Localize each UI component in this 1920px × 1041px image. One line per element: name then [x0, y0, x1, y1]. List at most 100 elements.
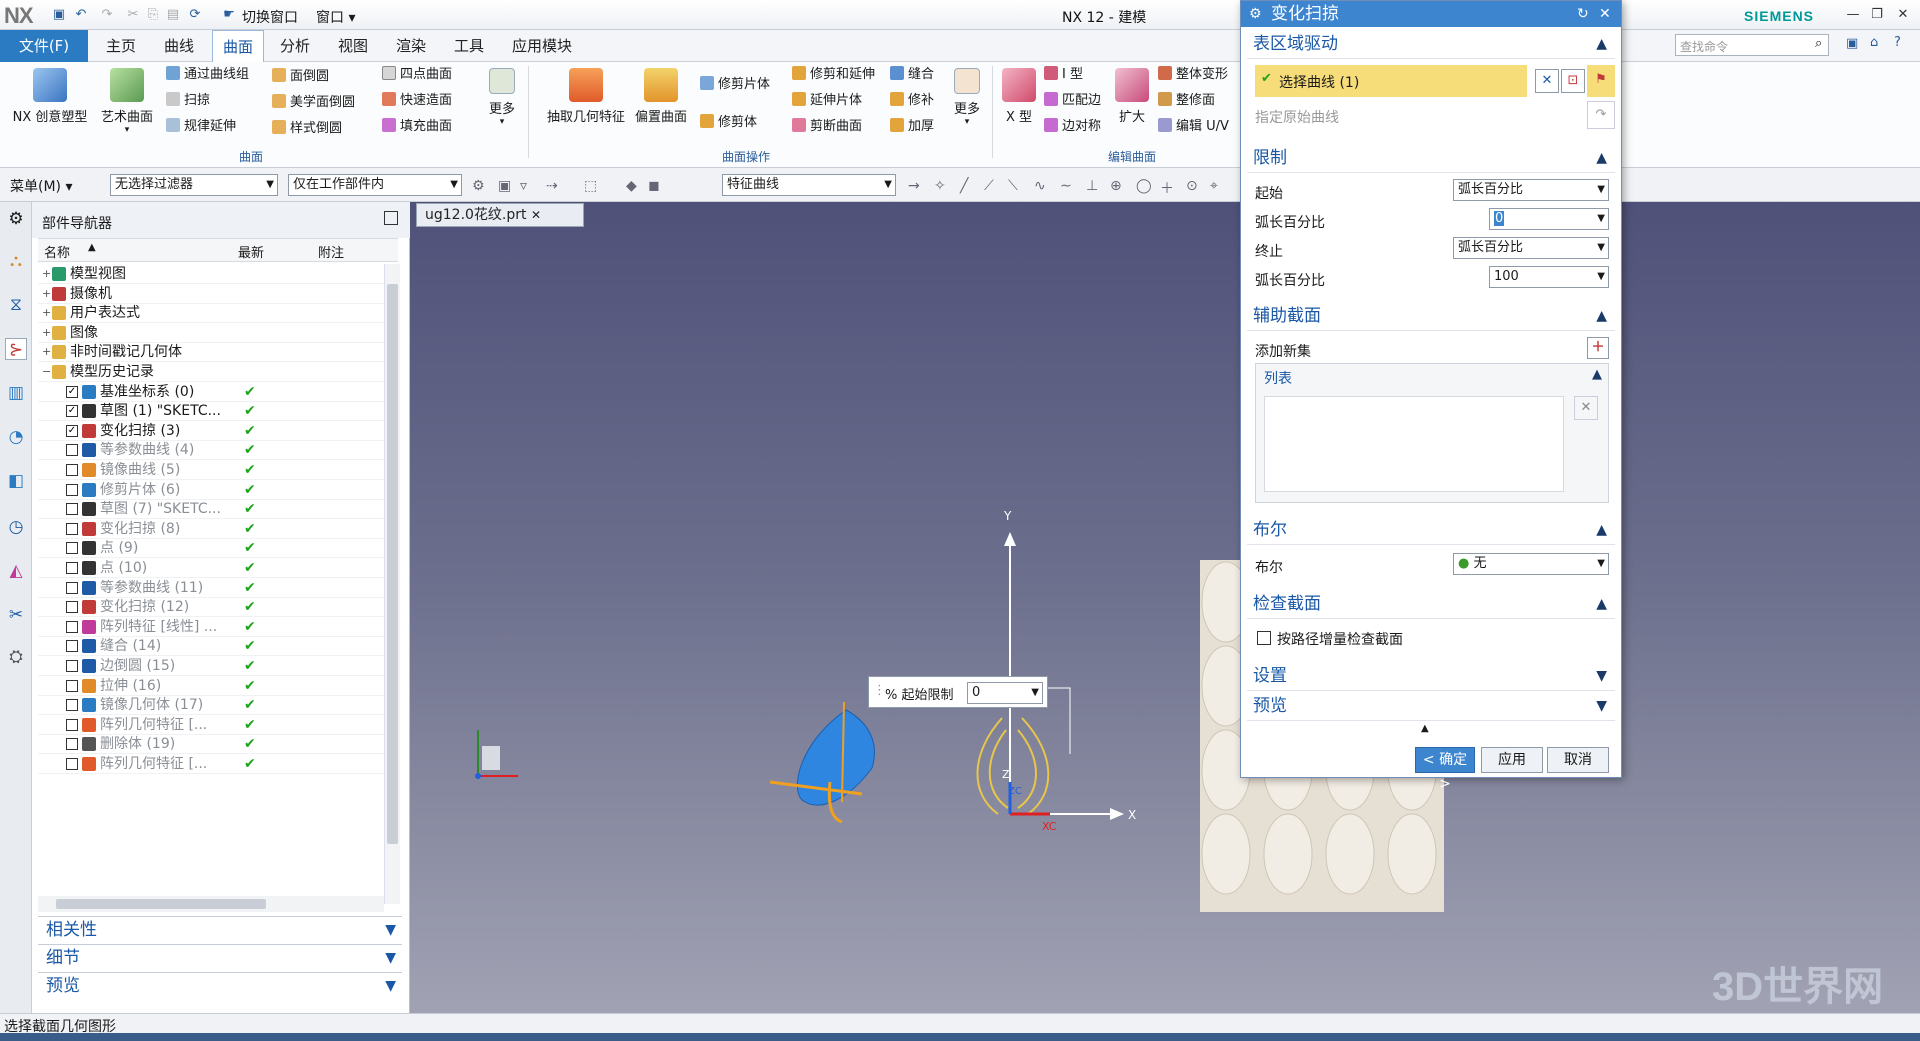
tree-row[interactable]: 草图 (7) "SKETC... ✔ — [38, 499, 390, 520]
touch-mode-icon[interactable]: ☛ — [220, 6, 238, 24]
visibility-checkbox[interactable] — [66, 522, 78, 535]
enlarge-button[interactable]: 扩大 — [1112, 68, 1152, 125]
trim-and-extend-button[interactable]: 修剪和延伸 — [792, 64, 875, 86]
face-blend-button[interactable]: 面倒圆 — [272, 66, 329, 88]
tree-row[interactable]: 删除体 (19) ✔ — [38, 734, 390, 755]
sew-button[interactable]: 缝合 — [890, 64, 934, 86]
mid-point-icon[interactable]: ∿ — [1034, 178, 1046, 194]
ribbon-layout-icon[interactable]: ▣ — [1846, 36, 1858, 51]
section-limits[interactable]: 限制 ▲ — [1247, 143, 1615, 173]
close-icon[interactable]: ✕ — [1892, 6, 1914, 24]
tree-row[interactable]: 变化扫掠 (8) ✔ — [38, 519, 390, 539]
arc-center-icon[interactable]: ◯ — [1136, 178, 1152, 194]
redo-icon[interactable]: ↷ — [98, 6, 116, 24]
visibility-checkbox[interactable] — [66, 758, 78, 770]
type-filter-select[interactable]: 无选择过滤器 ▼ — [110, 174, 278, 196]
trim-sheet-button[interactable]: 修剪片体 — [700, 74, 770, 96]
tree-row[interactable]: 边倒圆 (15) ✔ — [38, 656, 390, 676]
tree-row[interactable]: 阵列特征 [线性] ... ✔ — [38, 617, 390, 637]
intersection-icon[interactable]: ⊕ — [1110, 178, 1122, 194]
ok-button[interactable]: < 确定 > — [1415, 747, 1475, 792]
fill-surface-button[interactable]: 填充曲面 — [382, 116, 452, 138]
minimize-icon[interactable]: — — [1842, 6, 1864, 24]
section-auxiliary[interactable]: 辅助截面 ▲ — [1247, 301, 1615, 331]
studio-surface-button[interactable]: 艺术曲面 ▾ — [94, 68, 160, 135]
visibility-checkbox[interactable] — [66, 660, 78, 672]
visibility-checkbox[interactable] — [66, 483, 78, 496]
sweep-button[interactable]: 扫掠 — [166, 90, 210, 112]
four-point-surface-button[interactable]: 四点曲面 — [382, 64, 452, 86]
gear-icon[interactable]: ⚙ — [1249, 1, 1262, 27]
tree-row[interactable]: 拉伸 (16) ✔ — [38, 676, 390, 696]
visibility-checkbox[interactable] — [66, 581, 78, 594]
scrollbar-thumb[interactable] — [56, 899, 266, 909]
rectangle-select-icon[interactable]: ⬚ — [584, 178, 597, 194]
preview-panel[interactable]: 预览 ▼ — [38, 972, 402, 998]
offset-surface-button[interactable]: 偏置曲面 — [630, 68, 692, 125]
dependencies-panel[interactable]: 相关性 ▼ — [38, 916, 402, 942]
i-form-button[interactable]: I 型 — [1044, 64, 1083, 86]
part-navigator-icon[interactable]: ⊱ — [5, 338, 27, 360]
patch-button[interactable]: 修补 — [890, 90, 934, 112]
perpendicular-icon[interactable]: ⊥ — [1086, 178, 1098, 194]
tree-row[interactable]: 修剪片体 (6) ✔ — [38, 480, 390, 500]
cut-icon[interactable]: ✂ — [124, 6, 142, 24]
apply-button[interactable]: 应用 — [1481, 747, 1543, 773]
help-home-icon[interactable]: ⌂ — [1870, 35, 1878, 50]
close-icon[interactable]: ✕ — [1599, 1, 1611, 27]
visibility-checkbox[interactable] — [66, 444, 78, 457]
origin-curve-icon[interactable]: ↷ — [1587, 101, 1615, 129]
curve-snap-icon[interactable]: ⟋ — [984, 178, 994, 194]
visibility-checkbox[interactable] — [66, 464, 78, 476]
through-curves-button[interactable]: 通过曲线组 — [166, 64, 249, 86]
feature-select-icon[interactable]: ◆ — [626, 178, 637, 194]
maximize-icon[interactable] — [384, 211, 398, 225]
constraint-navigator-icon[interactable]: ⧖ — [5, 294, 27, 316]
aesthetic-face-blend-button[interactable]: 美学面倒圆 — [272, 92, 355, 114]
tree-row[interactable]: 点 (9) ✔ — [38, 538, 390, 559]
visibility-checkbox[interactable] — [66, 562, 78, 574]
tree-row[interactable]: 等参数曲线 (4) ✔ — [38, 440, 390, 461]
edit-uv-button[interactable]: 编辑 U/V — [1158, 116, 1229, 138]
snap-icon[interactable]: ⚙ — [472, 178, 485, 194]
tab-home[interactable]: 主页 — [96, 30, 146, 62]
tree-row[interactable]: + 非时间戳记几何体 — [38, 342, 390, 363]
section-preview[interactable]: 预览 ▼ — [1247, 691, 1615, 721]
rapid-surfacing-button[interactable]: 快速造面 — [382, 90, 452, 112]
tree-row[interactable]: 点 (10) ✔ — [38, 558, 390, 578]
assembly-navigator-icon[interactable]: ⛬ — [5, 250, 27, 272]
scrollbar-thumb[interactable] — [387, 284, 398, 844]
route-icon[interactable]: ⇢ — [546, 178, 558, 194]
section-settings[interactable]: 设置 ▼ — [1247, 661, 1615, 691]
arc-start-input[interactable]: 0 ▼ — [1489, 208, 1609, 230]
set-list[interactable] — [1264, 396, 1564, 492]
vertical-scrollbar[interactable] — [384, 264, 400, 904]
tab-tools[interactable]: 工具 — [444, 30, 494, 62]
law-extension-button[interactable]: 规律延伸 — [166, 116, 236, 138]
global-shaping-button[interactable]: 整体变形 — [1158, 64, 1228, 86]
visibility-checkbox[interactable] — [66, 542, 78, 555]
horizontal-scrollbar[interactable] — [38, 896, 384, 912]
expand-icon[interactable]: + — [42, 303, 51, 323]
tab-view[interactable]: 视图 — [328, 30, 378, 62]
tree-row[interactable]: 缝合 (14) ✔ — [38, 636, 390, 657]
match-edge-button[interactable]: 匹配边 — [1044, 90, 1101, 112]
tree-row[interactable]: + 模型视图 — [38, 264, 390, 284]
tree-row[interactable]: 阵列几何特征 [... ✔ — [38, 754, 390, 774]
collapse-icon[interactable]: − — [42, 362, 51, 382]
save-icon[interactable]: ▣ — [50, 6, 68, 24]
reuse-library-icon[interactable]: ▥ — [5, 382, 27, 404]
expand-icon[interactable]: + — [42, 323, 51, 343]
tree-row[interactable]: + 图像 — [38, 323, 390, 343]
expand-icon[interactable]: + — [42, 284, 51, 304]
tree-row[interactable]: + 用户表达式 — [38, 303, 390, 324]
paste-icon[interactable]: ▤ — [164, 6, 182, 24]
end-point-icon[interactable]: ⟍ — [1008, 178, 1018, 194]
system-scene-icon[interactable]: ⛭ — [5, 646, 27, 668]
tab-curve[interactable]: 曲线 — [154, 30, 204, 62]
line-snap-icon[interactable]: ╱ — [960, 178, 968, 194]
repeat-command-icon[interactable]: ⟳ — [186, 6, 204, 24]
history-icon[interactable]: ◷ — [5, 516, 27, 538]
copy-icon[interactable]: ⎘ — [144, 6, 162, 24]
tree-row[interactable]: − 模型历史记录 — [38, 362, 390, 382]
